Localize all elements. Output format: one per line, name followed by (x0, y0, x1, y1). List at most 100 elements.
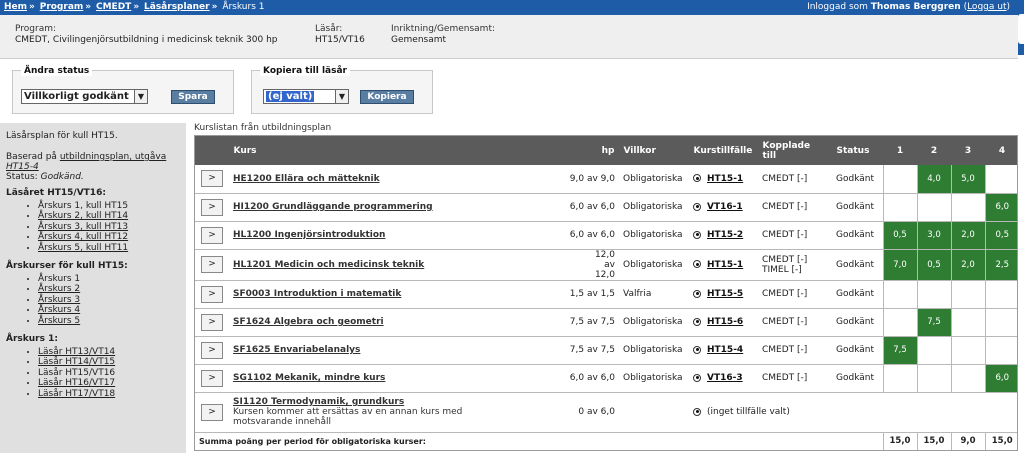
conditions-cell: Obligatoriska (619, 165, 689, 194)
linked-header-line1: Kopplade (762, 140, 811, 151)
radio-selected-icon[interactable] (693, 289, 701, 298)
course-link[interactable]: SI1120 Termodynamik, grundkurs (233, 397, 489, 407)
occasion-link[interactable]: HT15-5 (707, 289, 743, 299)
course-list-title: Kurslistan från utbildningsplan (194, 123, 332, 133)
occasion-link[interactable]: VT16-1 (707, 202, 743, 212)
expand-cell: > (195, 249, 229, 281)
course-link[interactable]: HL1201 Medicin och medicinsk teknik (233, 260, 489, 270)
radio-selected-icon[interactable] (693, 260, 701, 268)
period-cell-1 (882, 193, 917, 222)
expand-row-button[interactable]: > (201, 170, 223, 188)
breadcrumb-separator: » (211, 2, 218, 12)
radio-selected-icon[interactable] (693, 202, 701, 211)
linked-value: CMEDT [-] (762, 289, 808, 299)
class-item-link[interactable]: Årskurs 5 (38, 316, 80, 326)
breadcrumb-current: Årskurs 1 (222, 2, 265, 12)
radio-selected-icon[interactable] (693, 373, 701, 382)
period-cell-4 (984, 308, 1017, 337)
radio-selected-icon[interactable] (693, 407, 701, 416)
class-item-link[interactable]: Årskurs 3 (38, 295, 80, 305)
sidebar: Läsårsplan för kull HT15. Baserad på utb… (0, 123, 186, 453)
class-list: Årskurs 1 Årskurs 2 Årskurs 3 Årskurs 4 … (6, 274, 186, 326)
occasion-link[interactable]: VT16-3 (707, 373, 743, 383)
course-link[interactable]: SF1624 Algebra och geometri (233, 317, 489, 327)
hp-cell: 0 av 6,0 (493, 392, 619, 433)
radio-selected-icon[interactable] (693, 317, 701, 326)
period-cell-3 (950, 336, 985, 365)
expand-row-button[interactable]: > (201, 198, 223, 216)
radio-selected-icon[interactable] (693, 345, 701, 354)
copy-year-select[interactable]: (ej valt) ▼ (263, 89, 349, 104)
class-item-link[interactable]: Årskurs 2 (38, 284, 80, 294)
logout-link[interactable]: Logga ut (967, 2, 1006, 12)
course-link[interactable]: SG1102 Mekanik, mindre kurs (233, 373, 489, 383)
ak1-item-link[interactable]: Läsår HT14/VT15 (38, 357, 115, 367)
breadcrumb-plans[interactable]: Läsårsplaner (144, 2, 210, 12)
ak1-item-link[interactable]: Läsår HT13/VT14 (38, 347, 115, 357)
top-bar: Hem» Program» CMEDT» Läsårsplaner» Årsku… (0, 0, 1018, 15)
curriculum-link[interactable]: utbildningsplan, utgåva (60, 152, 166, 162)
expand-row-button[interactable]: > (201, 341, 223, 359)
course-link[interactable]: SF1625 Envariabelanalys (233, 345, 489, 355)
conditions-cell: Obligatoriska (619, 249, 689, 281)
hp-cell: 1,5 av 1,5 (493, 280, 619, 309)
occasion-link[interactable]: HT15-6 (707, 317, 743, 327)
linked-value: CMEDT [-] (762, 173, 808, 184)
expand-row-button[interactable]: > (201, 403, 223, 421)
occasion-link[interactable]: HT15-1 (707, 260, 743, 270)
expand-cell: > (195, 193, 229, 222)
linked-cell: CMEDT [-] (758, 193, 832, 222)
occasion-value: (inget tillfälle valt) (707, 407, 790, 417)
breadcrumb-program[interactable]: Program (40, 2, 84, 12)
year-item-link[interactable]: Årskurs 3, kull HT13 (38, 222, 128, 232)
linked-cell: CMEDT [-] (758, 364, 832, 393)
course-cell: HI1200 Grundläggande programmering (229, 193, 493, 222)
breadcrumb-separator: » (133, 2, 140, 12)
expand-row-button[interactable]: > (201, 313, 223, 331)
status-select[interactable]: Villkorligt godkänt ▼ (21, 89, 148, 104)
breadcrumb-home[interactable]: Hem (4, 2, 27, 12)
period-cell-4: 0,5 (984, 221, 1017, 250)
breadcrumb-separator: » (85, 2, 92, 12)
occasion-cell: (inget tillfälle valt) (689, 392, 1017, 433)
table-header-row: Kurs hp Villkor Kurstillfälle Kopplade ti… (195, 136, 1017, 165)
course-link[interactable]: SF0003 Introduktion i matematik (233, 289, 489, 299)
period-cell-3 (950, 308, 985, 337)
curriculum-version-link[interactable]: HT15-4 (6, 162, 39, 172)
table-row: > SF1624 Algebra och geometri 7,5 av 7,5 Ob… (195, 308, 1017, 337)
expand-row-button[interactable]: > (201, 369, 223, 387)
occasion-link[interactable]: HT15-4 (707, 345, 743, 355)
copy-legend: Kopiera till läsår (260, 66, 350, 76)
class-item-link[interactable]: Årskurs 4 (38, 305, 80, 315)
ak1-item-link[interactable]: Läsår HT16/VT17 (38, 378, 115, 388)
linked-cell: CMEDT [-] (758, 165, 832, 194)
occasion-link[interactable]: HT15-1 (707, 174, 743, 184)
sum-period-4: 15,0 (984, 432, 1017, 450)
expand-row-button[interactable]: > (201, 226, 223, 244)
course-note: Kursen kommer att ersättas av en annan k… (233, 407, 463, 427)
course-link[interactable]: HE1200 Ellära och mätteknik (233, 174, 489, 184)
year-item-link[interactable]: Årskurs 5, kull HT11 (38, 243, 128, 253)
breadcrumb-cmedt[interactable]: CMEDT (96, 2, 131, 12)
status-cell: Godkänt (832, 165, 883, 194)
expand-cell: > (195, 336, 229, 365)
conditions-cell (619, 392, 689, 433)
radio-selected-icon[interactable] (693, 174, 701, 183)
year-item-link[interactable]: Årskurs 4, kull HT12 (38, 232, 128, 242)
course-link[interactable]: HI1200 Grundläggande programmering (233, 202, 489, 212)
radio-selected-icon[interactable] (693, 230, 701, 239)
year-item-link[interactable]: Årskurs 2, kull HT14 (38, 211, 128, 221)
expand-row-button[interactable]: > (201, 256, 223, 273)
plan-status-label: Status: (6, 172, 38, 182)
period-cell-3 (950, 280, 985, 309)
linked-cell: CMEDT [-] (758, 221, 832, 250)
save-button[interactable]: Spara (171, 90, 215, 104)
table-row: > SI1120 Termodynamik, grundkurs Kursen ko… (195, 392, 1017, 433)
occasion-link[interactable]: HT15-2 (707, 230, 743, 240)
expand-row-button[interactable]: > (201, 285, 223, 303)
course-cell: SF0003 Introduktion i matematik (229, 280, 493, 309)
copy-button[interactable]: Kopiera (360, 90, 414, 104)
hp-cell: 6,0 av 6,0 (493, 193, 619, 222)
course-link[interactable]: HL1200 Ingenjörsintroduktion (233, 230, 489, 240)
ak1-item-link[interactable]: Läsår HT17/VT18 (38, 389, 115, 399)
